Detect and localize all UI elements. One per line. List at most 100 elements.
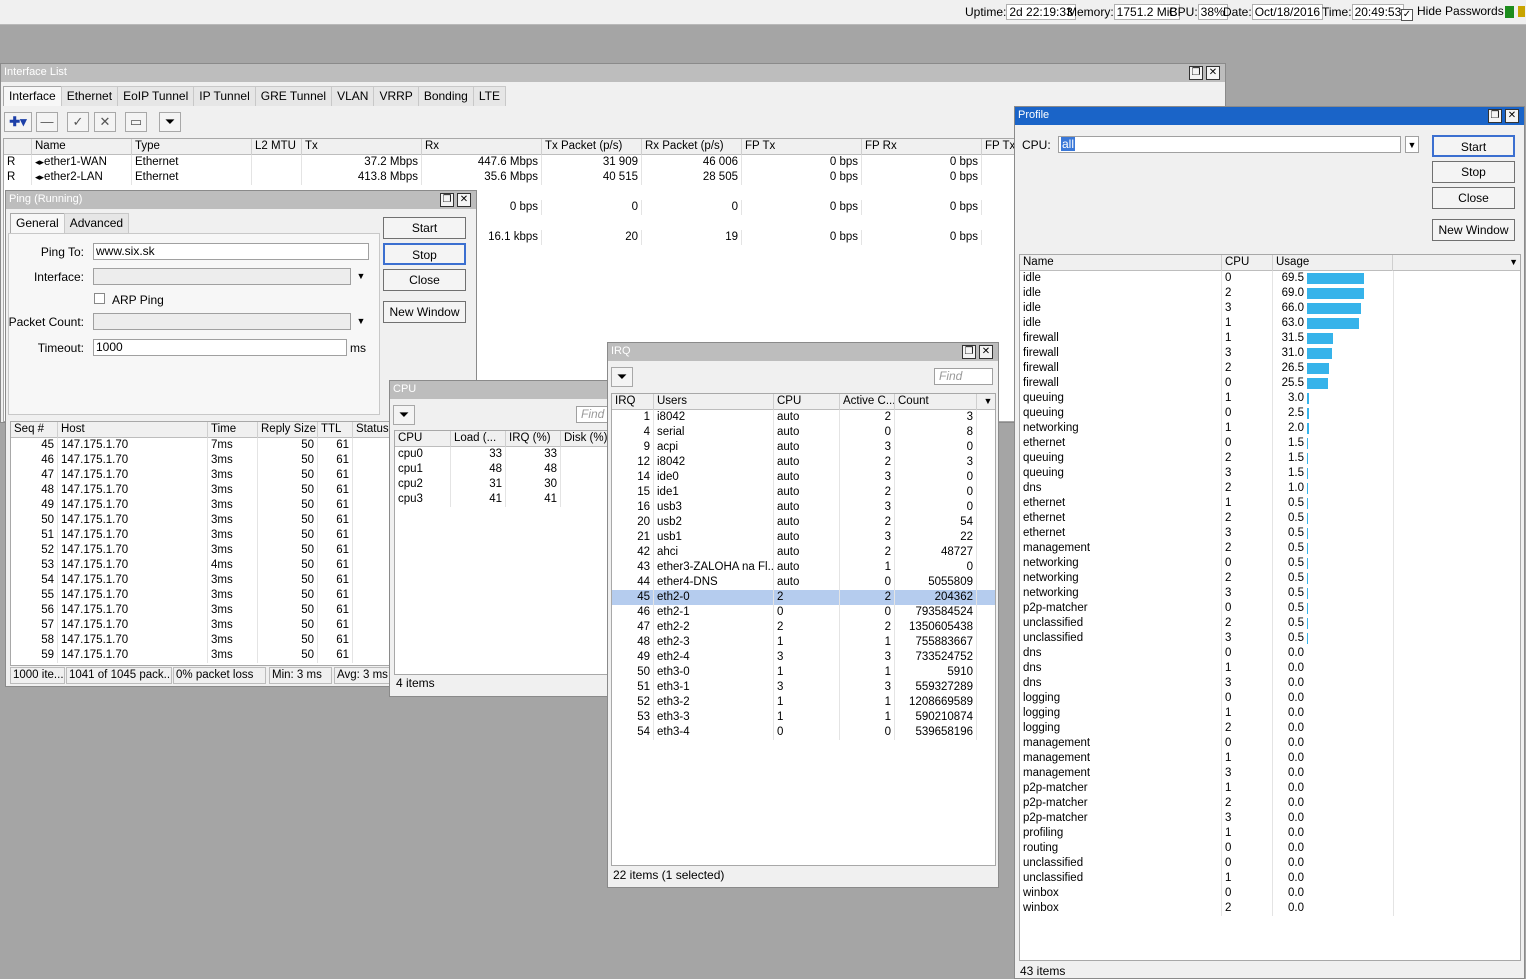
dropdown-arrow-icon[interactable]: ▼	[354, 313, 368, 330]
enable-button[interactable]: ✓	[67, 112, 89, 132]
table-row[interactable]: networking 1 2.0	[1020, 421, 1520, 436]
table-row[interactable]: 52 147.175.1.70 3ms 50 61	[11, 543, 393, 558]
table-row[interactable]: 48 147.175.1.70 3ms 50 61	[11, 483, 393, 498]
filter-button[interactable]: ⏷	[393, 405, 415, 425]
table-row[interactable]: 58 147.175.1.70 3ms 50 61	[11, 633, 393, 648]
table-row[interactable]: 54 147.175.1.70 3ms 50 61	[11, 573, 393, 588]
table-row[interactable]: 49 eth2-4 3 3 733524752	[612, 650, 995, 665]
table-row[interactable]: logging 2 0.0	[1020, 721, 1520, 736]
filter-button[interactable]: ⏷	[159, 112, 181, 132]
add-button[interactable]: ✚▾	[4, 112, 32, 132]
tab-vrrp[interactable]: VRRP	[373, 86, 419, 106]
table-row[interactable]: unclassified 1 0.0	[1020, 871, 1520, 886]
col-type[interactable]: Type	[132, 139, 252, 155]
cpu-titlebar[interactable]: CPU	[390, 381, 610, 399]
disable-button[interactable]: ✕	[94, 112, 116, 132]
table-row[interactable]: 49 147.175.1.70 3ms 50 61	[11, 498, 393, 513]
table-row[interactable]: firewall 3 31.0	[1020, 346, 1520, 361]
table-row[interactable]: 57 147.175.1.70 3ms 50 61	[11, 618, 393, 633]
table-row[interactable]: 45 147.175.1.70 7ms 50 61	[11, 438, 393, 453]
ping-to-input[interactable]: www.six.sk	[93, 243, 369, 260]
dropdown-arrow-icon[interactable]: ▼	[354, 268, 368, 285]
table-row[interactable]: dns 3 0.0	[1020, 676, 1520, 691]
col-rx[interactable]: Rx	[422, 139, 542, 155]
col-ttl[interactable]: TTL	[318, 422, 353, 438]
col-usage[interactable]: Usage	[1273, 255, 1393, 271]
col-host[interactable]: Host	[58, 422, 208, 438]
table-row[interactable]: 46 eth2-1 0 0 793584524	[612, 605, 995, 620]
table-row[interactable]: 42 ahci auto 2 48727	[612, 545, 995, 560]
table-row[interactable]: ethernet 1 0.5	[1020, 496, 1520, 511]
arp-ping-checkbox[interactable]	[94, 293, 105, 304]
table-row[interactable]: firewall 0 25.5	[1020, 376, 1520, 391]
col-cpu[interactable]: CPU	[774, 394, 840, 410]
col-name[interactable]: Name	[32, 139, 132, 155]
table-row[interactable]: 16 usb3 auto 3 0	[612, 500, 995, 515]
close-button[interactable]: Close	[1432, 187, 1515, 209]
table-row[interactable]: cpu0 33 33	[395, 447, 610, 462]
dropdown-arrow-icon[interactable]: ▼	[977, 394, 995, 410]
table-row[interactable]: 53 eth3-3 1 1 590210874	[612, 710, 995, 725]
table-row[interactable]: ethernet 0 1.5	[1020, 436, 1520, 451]
table-row[interactable]: routing 0 0.0	[1020, 841, 1520, 856]
table-row[interactable]: unclassified 3 0.5	[1020, 631, 1520, 646]
table-row[interactable]: unclassified 0 0.0	[1020, 856, 1520, 871]
new-window-button[interactable]: New Window	[383, 301, 466, 323]
col-active-cpu[interactable]: Active C...	[840, 394, 895, 410]
table-row[interactable]: idle 3 66.0	[1020, 301, 1520, 316]
table-row[interactable]: 4 serial auto 0 8	[612, 425, 995, 440]
table-row[interactable]: 50 eth3-0 1 1 5910	[612, 665, 995, 680]
close-button[interactable]: Close	[383, 269, 466, 291]
table-row[interactable]: 9 acpi auto 3 0	[612, 440, 995, 455]
table-row[interactable]: cpu2 31 30	[395, 477, 610, 492]
table-row[interactable]: networking 2 0.5	[1020, 571, 1520, 586]
col-rx-packet[interactable]: Rx Packet (p/s)	[642, 139, 742, 155]
table-row[interactable]: unclassified 2 0.5	[1020, 616, 1520, 631]
table-row[interactable]: 44 ether4-DNS auto 0 5055809	[612, 575, 995, 590]
tab-lte[interactable]: LTE	[472, 86, 506, 106]
table-row[interactable]: firewall 1 31.5	[1020, 331, 1520, 346]
timeout-input[interactable]: 1000	[93, 339, 347, 356]
hide-passwords[interactable]: ✓ Hide Passwords	[1401, 4, 1504, 21]
table-row[interactable]: queuing 1 3.0	[1020, 391, 1520, 406]
table-row[interactable]: 47 147.175.1.70 3ms 50 61	[11, 468, 393, 483]
col-irq[interactable]: IRQ	[612, 394, 654, 410]
table-row[interactable]: 46 147.175.1.70 3ms 50 61	[11, 453, 393, 468]
profile-titlebar[interactable]: Profile ❐ ✕	[1015, 107, 1524, 125]
table-row[interactable]: management 3 0.0	[1020, 766, 1520, 781]
tab-general[interactable]: General	[10, 213, 65, 233]
dropdown-arrow-icon[interactable]: ▼	[1405, 136, 1419, 153]
col-status[interactable]: Status	[353, 422, 393, 438]
close-icon[interactable]: ✕	[979, 345, 993, 359]
col-fp-rx[interactable]: FP Rx	[862, 139, 982, 155]
col-tx-packet[interactable]: Tx Packet (p/s)	[542, 139, 642, 155]
interface-list-titlebar[interactable]: Interface List ❐ ✕	[1, 64, 1225, 82]
col-cpu[interactable]: CPU	[395, 431, 451, 447]
restore-icon[interactable]: ❐	[1189, 66, 1203, 80]
col-cpu[interactable]: CPU	[1222, 255, 1273, 271]
table-row[interactable]: idle 1 63.0	[1020, 316, 1520, 331]
table-row[interactable]: p2p-matcher 0 0.5	[1020, 601, 1520, 616]
table-row[interactable]: queuing 2 1.5	[1020, 451, 1520, 466]
table-row[interactable]: profiling 1 0.0	[1020, 826, 1520, 841]
interface-select[interactable]	[93, 268, 351, 285]
profile-cpu-input[interactable]: all	[1058, 136, 1401, 153]
start-button[interactable]: Start	[1432, 135, 1515, 157]
restore-icon[interactable]: ❐	[1488, 109, 1502, 123]
stop-button[interactable]: Stop	[1432, 161, 1515, 183]
table-row[interactable]: 50 147.175.1.70 3ms 50 61	[11, 513, 393, 528]
table-row[interactable]: 15 ide1 auto 2 0	[612, 485, 995, 500]
tab-ip-tunnel[interactable]: IP Tunnel	[193, 86, 256, 106]
table-row[interactable]: dns 2 1.0	[1020, 481, 1520, 496]
ping-titlebar[interactable]: Ping (Running) ❐ ✕	[6, 191, 476, 209]
table-row[interactable]: 21 usb1 auto 3 22	[612, 530, 995, 545]
start-button[interactable]: Start	[383, 217, 466, 239]
table-row[interactable]: 1 i8042 auto 2 3	[612, 410, 995, 425]
restore-icon[interactable]: ❐	[962, 345, 976, 359]
table-row[interactable]: 45 eth2-0 2 2 204362	[612, 590, 995, 605]
table-row[interactable]: 20 usb2 auto 2 54	[612, 515, 995, 530]
table-row[interactable]: 48 eth2-3 1 1 755883667	[612, 635, 995, 650]
table-row[interactable]: winbox 2 0.0	[1020, 901, 1520, 916]
table-row[interactable]: 12 i8042 auto 2 3	[612, 455, 995, 470]
table-row[interactable]: idle 0 69.5	[1020, 271, 1520, 286]
